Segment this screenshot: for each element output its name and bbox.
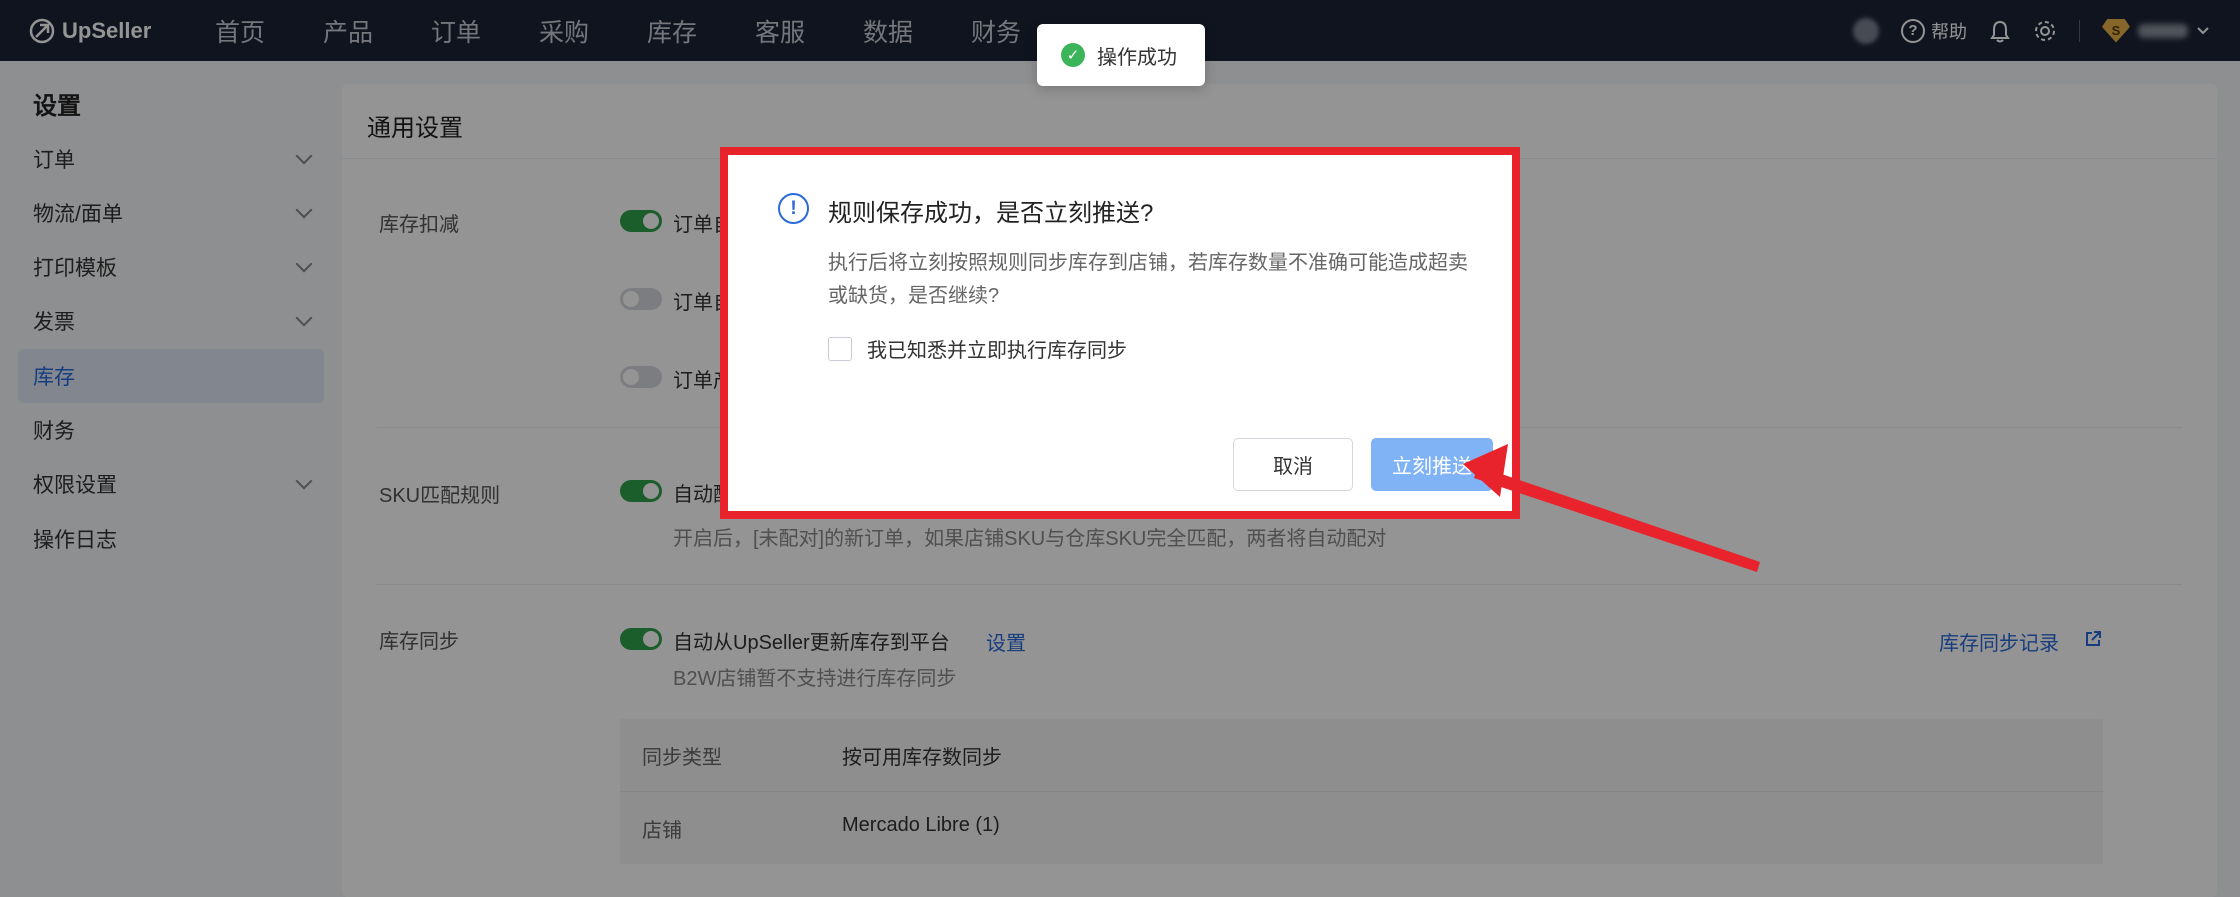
dialog-body: 执行后将立刻按照规则同步库存到店铺，若库存数量不准确可能造成超卖或缺货，是否继续… — [828, 252, 1468, 307]
dialog-title: 规则保存成功，是否立刻推送? — [828, 200, 1154, 227]
toast-text: 操作成功 — [1097, 46, 1177, 69]
annotation-highlight-box: ! 规则保存成功，是否立刻推送? 执行后将立刻按照规则同步库存到店铺，若库存数量… — [720, 147, 1520, 519]
check-circle-icon: ✓ — [1061, 43, 1085, 67]
acknowledge-checkbox-row[interactable]: 我已知悉并立即执行库存同步 — [828, 334, 1127, 363]
acknowledge-checkbox[interactable] — [828, 336, 852, 361]
cancel-button[interactable]: 取消 — [1233, 438, 1353, 491]
info-icon: ! — [778, 193, 809, 224]
success-toast: ✓ 操作成功 — [1037, 24, 1205, 86]
confirm-push-dialog: ! 规则保存成功，是否立刻推送? 执行后将立刻按照规则同步库存到店铺，若库存数量… — [728, 155, 1512, 511]
acknowledge-label: 我已知悉并立即执行库存同步 — [867, 340, 1127, 362]
push-now-button[interactable]: 立刻推送 — [1371, 438, 1493, 491]
